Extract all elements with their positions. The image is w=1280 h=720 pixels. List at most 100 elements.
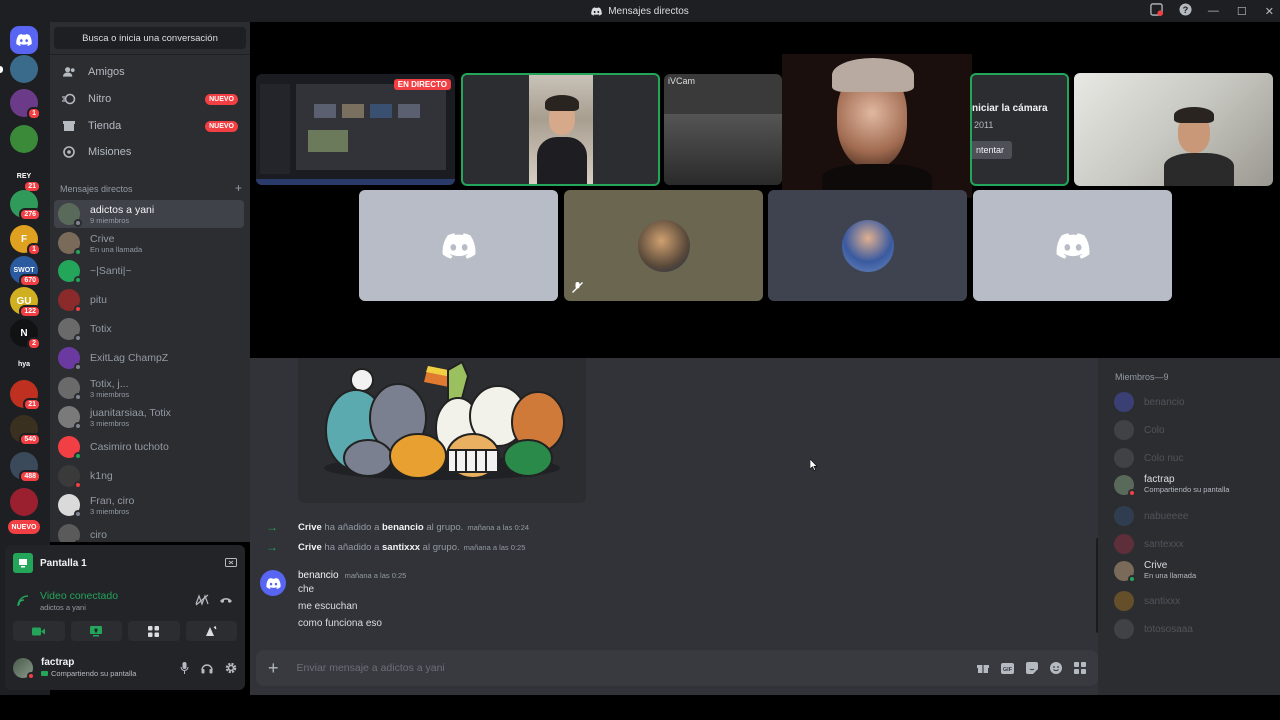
noise-suppression-icon[interactable] — [195, 594, 209, 606]
stop-share-icon[interactable] — [225, 558, 237, 568]
disconnect-icon[interactable] — [219, 596, 233, 604]
member-item[interactable]: factrap Compartiendo su pantalla — [1114, 474, 1274, 497]
member-name: nabueeee — [1144, 510, 1189, 522]
settings-gear-icon[interactable] — [225, 662, 237, 674]
camera-button[interactable] — [13, 621, 65, 641]
sticker-image[interactable] — [298, 358, 586, 503]
nav-nitro[interactable]: Nitro NUEVO — [54, 86, 246, 112]
bottom-bar — [0, 695, 1280, 720]
participant-video-tile-2[interactable] — [1074, 73, 1273, 186]
participant-tile-discord-2[interactable] — [973, 190, 1172, 301]
server-icon[interactable]: 488 — [10, 452, 41, 483]
server-icon[interactable] — [10, 488, 38, 516]
dm-item[interactable]: adictos a yani 9 miembros — [54, 200, 244, 228]
titlebar-tools: ? — [1150, 3, 1192, 16]
maximize-button[interactable]: ☐ — [1237, 5, 1247, 18]
member-item[interactable]: Colo — [1114, 420, 1274, 440]
server-icon[interactable]: hya — [10, 350, 38, 378]
retry-button[interactable]: ntentar — [972, 141, 1013, 159]
dm-item[interactable]: Totix — [54, 315, 244, 343]
participant-tile-2[interactable] — [564, 190, 763, 301]
screen-share-button[interactable] — [70, 621, 122, 641]
emoji-icon[interactable] — [1050, 662, 1062, 674]
gif-icon[interactable]: GIF — [1001, 662, 1014, 674]
message-avatar[interactable] — [260, 570, 286, 596]
screen-share-title: Pantalla 1 — [40, 557, 87, 569]
camera-error-tile[interactable]: niciar la cámara 2011 ntentar — [970, 73, 1069, 186]
member-item[interactable]: benancio — [1114, 392, 1274, 412]
server-icon[interactable]: 276 — [10, 190, 41, 221]
inbox-icon[interactable] — [1150, 3, 1163, 16]
member-item[interactable]: santexxx — [1114, 534, 1274, 554]
dm-item[interactable]: ExitLag ChampZ — [54, 344, 244, 372]
gift-icon[interactable] — [977, 662, 989, 674]
help-icon[interactable]: ? — [1179, 3, 1192, 16]
user-name[interactable]: factrap — [41, 657, 136, 669]
server-icon[interactable]: REY 21 — [10, 162, 41, 193]
message-author[interactable]: benancio — [298, 570, 339, 581]
dm-item[interactable]: Casimiro tuchoto — [54, 433, 244, 461]
member-item[interactable]: totososaaa — [1114, 619, 1274, 639]
member-item[interactable]: santixxx — [1114, 591, 1274, 611]
close-button[interactable]: ✕ — [1265, 5, 1274, 18]
attach-plus-icon[interactable]: + — [268, 658, 279, 679]
headphones-icon[interactable] — [201, 662, 213, 674]
system-suffix: al grupo. — [426, 521, 464, 533]
dm-sidebar: Busca o inicia una conversación Amigos N… — [50, 22, 250, 542]
dm-item[interactable]: juanitarsiaa, Totix 3 miembros — [54, 403, 244, 431]
nav-friends[interactable]: Amigos — [54, 59, 246, 85]
system-actor[interactable]: Crive — [298, 522, 322, 533]
floating-camera-preview[interactable] — [782, 54, 972, 198]
soundboard-button[interactable] — [185, 621, 237, 641]
user-avatar[interactable] — [13, 658, 35, 680]
dm-item[interactable]: ciro — [54, 521, 244, 542]
server-badge: 122 — [19, 305, 41, 318]
server-icon[interactable]: GU 122 — [10, 287, 41, 318]
dm-item[interactable]: ~|Santi|~ — [54, 257, 244, 285]
server-icon[interactable]: NUEVO — [8, 520, 40, 534]
dm-item[interactable]: pitu — [54, 286, 244, 314]
ivcam-tile[interactable]: iVCam — [664, 74, 782, 185]
home-discord-button[interactable] — [10, 26, 38, 54]
server-icon[interactable] — [10, 55, 38, 83]
server-icon[interactable]: 1 — [10, 89, 41, 120]
dm-item[interactable]: k1ng — [54, 462, 244, 490]
dm-item[interactable]: Totix, j... 3 miembros — [54, 374, 244, 402]
server-icon[interactable]: 21 — [10, 380, 41, 411]
server-badge: 1 — [27, 243, 41, 256]
apps-icon[interactable] — [1074, 662, 1086, 674]
minimize-button[interactable]: — — [1208, 5, 1219, 17]
nav-store[interactable]: Tienda NUEVO — [54, 113, 246, 139]
create-dm-button[interactable]: + — [235, 182, 242, 194]
screen-share-tile[interactable]: EN DIRECTO — [256, 74, 455, 185]
member-item[interactable]: Crive En una llamada — [1114, 560, 1274, 583]
dm-name: k1ng — [90, 470, 113, 482]
system-actor[interactable]: Crive — [298, 542, 322, 553]
server-icon[interactable]: 540 — [10, 415, 41, 446]
server-icon[interactable]: SWOT 670 — [10, 256, 41, 287]
system-target[interactable]: santixxx — [382, 542, 420, 553]
message-input[interactable]: Enviar mensaje a adictos a yani — [297, 662, 445, 674]
dm-item[interactable]: Fran, ciro 3 miembros — [54, 491, 244, 519]
server-icon[interactable]: F1 — [10, 225, 41, 256]
member-name: santexxx — [1144, 538, 1184, 550]
sticker-icon[interactable] — [1026, 662, 1038, 674]
user-controls — [180, 662, 237, 674]
participant-tile-discord-1[interactable] — [359, 190, 558, 301]
nav-quests[interactable]: Misiones — [54, 139, 246, 165]
activities-button[interactable] — [128, 621, 180, 641]
voice-status[interactable]: Video conectado — [40, 590, 118, 602]
participant-tile-3[interactable] — [768, 190, 967, 301]
connection-signal-icon[interactable] — [17, 595, 31, 607]
member-item[interactable]: Colo nuc — [1114, 448, 1274, 468]
dm-item[interactable]: Crive En una llamada — [54, 229, 244, 257]
server-icon[interactable]: N2 — [10, 319, 41, 350]
microphone-icon[interactable] — [180, 662, 189, 674]
call-controls — [13, 621, 237, 641]
server-icon[interactable] — [10, 125, 38, 153]
participant-video-tile[interactable] — [461, 73, 660, 186]
member-item[interactable]: nabueeee — [1114, 506, 1274, 526]
member-name: Colo — [1144, 424, 1165, 436]
search-conversation-button[interactable]: Busca o inicia una conversación — [54, 27, 246, 49]
system-target[interactable]: benancio — [382, 522, 424, 533]
